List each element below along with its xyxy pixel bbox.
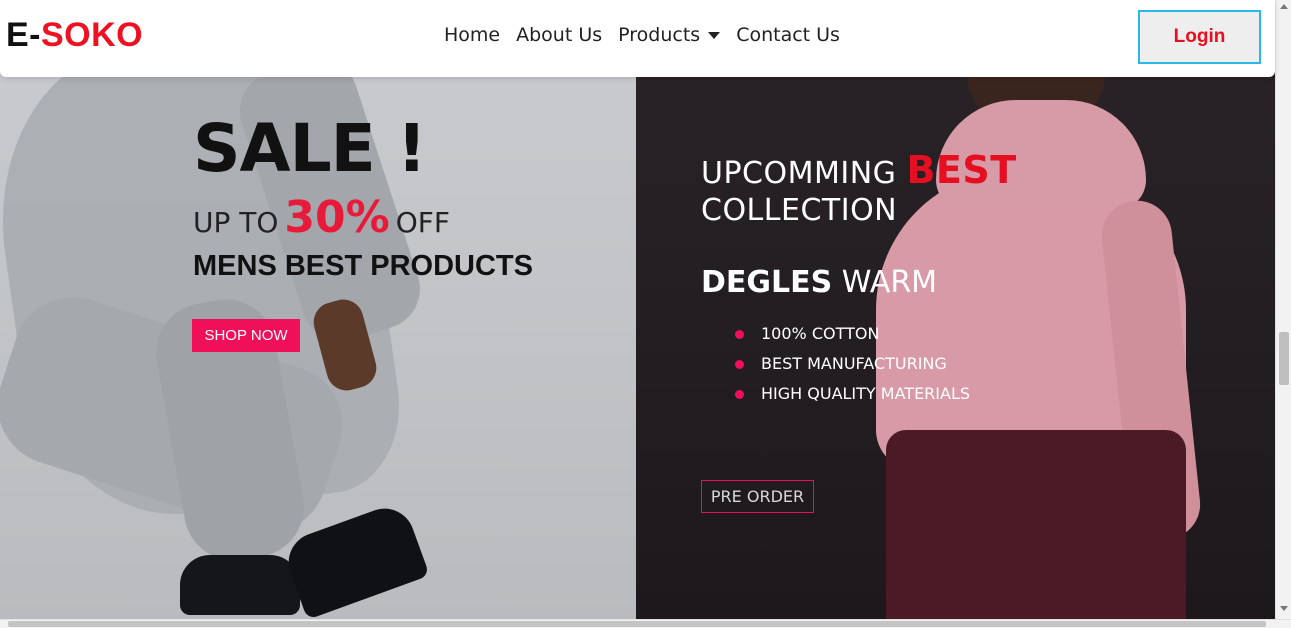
- discount-prefix: UP TO: [193, 206, 279, 239]
- shop-now-button[interactable]: SHOP NOW: [192, 319, 300, 352]
- top-navbar: E-SOKO Home About Us Products Contact Us…: [0, 0, 1275, 77]
- banner-photo-shoe: [180, 555, 300, 615]
- caret-down-icon: [708, 31, 721, 39]
- collection-title-line2: COLLECTION: [701, 193, 898, 228]
- horizontal-scrollbar-thumb[interactable]: [8, 621, 1266, 627]
- scroll-down-arrow-icon[interactable]: [1280, 606, 1288, 611]
- main-nav: Home About Us Products Contact Us: [436, 24, 848, 46]
- collection-title-line1: UPCOMMING BEST: [701, 151, 1017, 192]
- pre-order-button[interactable]: PRE ORDER: [701, 480, 814, 513]
- collection-title-prefix: UPCOMMING: [701, 156, 897, 191]
- nav-item-products-label: Products: [618, 24, 701, 46]
- product-name: DEGLES WARM: [701, 265, 937, 300]
- feature-item: 100% COTTON: [735, 321, 970, 351]
- sale-headline: SALE !: [193, 110, 427, 187]
- scroll-up-arrow-icon[interactable]: [1280, 4, 1288, 9]
- upcoming-collection-banner: [636, 0, 1275, 619]
- nav-item-contact-us[interactable]: Contact Us: [728, 24, 848, 46]
- feature-label: BEST MANUFACTURING: [761, 354, 947, 373]
- feature-item: BEST MANUFACTURING: [735, 351, 970, 381]
- collection-title-highlight: BEST: [906, 148, 1017, 192]
- discount-value: 30%: [284, 192, 390, 243]
- page: SALE ! UP TO 30% OFF MENS BEST PRODUCTS SH…: [0, 0, 1291, 628]
- brand-logo-part1: E-: [6, 16, 41, 54]
- login-button[interactable]: Login: [1138, 10, 1261, 64]
- mens-sale-banner: [0, 0, 636, 619]
- nav-item-products[interactable]: Products: [610, 24, 728, 46]
- horizontal-scrollbar[interactable]: [0, 619, 1291, 628]
- discount-line: UP TO 30% OFF: [193, 192, 450, 243]
- nav-item-about-us[interactable]: About Us: [508, 24, 610, 46]
- feature-label: HIGH QUALITY MATERIALS: [761, 384, 971, 403]
- discount-suffix: OFF: [395, 206, 450, 239]
- brand-logo-part2: SOKO: [41, 16, 144, 54]
- product-name-light: WARM: [841, 265, 938, 300]
- mens-subheadline: MENS BEST PRODUCTS: [193, 250, 533, 282]
- product-name-bold: DEGLES: [701, 265, 833, 300]
- feature-label: 100% COTTON: [761, 324, 880, 343]
- banner-photo-skirt: [886, 430, 1186, 619]
- feature-list: 100% COTTON BEST MANUFACTURING HIGH QUAL…: [735, 321, 970, 411]
- bullet-icon: [735, 330, 744, 339]
- vertical-scrollbar[interactable]: [1275, 0, 1291, 619]
- bullet-icon: [735, 390, 744, 399]
- nav-item-home[interactable]: Home: [436, 24, 508, 46]
- bullet-icon: [735, 360, 744, 369]
- brand-logo[interactable]: E-SOKO: [6, 16, 143, 55]
- collection-title: UPCOMMING BEST COLLECTION: [701, 151, 1017, 229]
- vertical-scrollbar-thumb[interactable]: [1279, 332, 1289, 385]
- feature-item: HIGH QUALITY MATERIALS: [735, 381, 970, 411]
